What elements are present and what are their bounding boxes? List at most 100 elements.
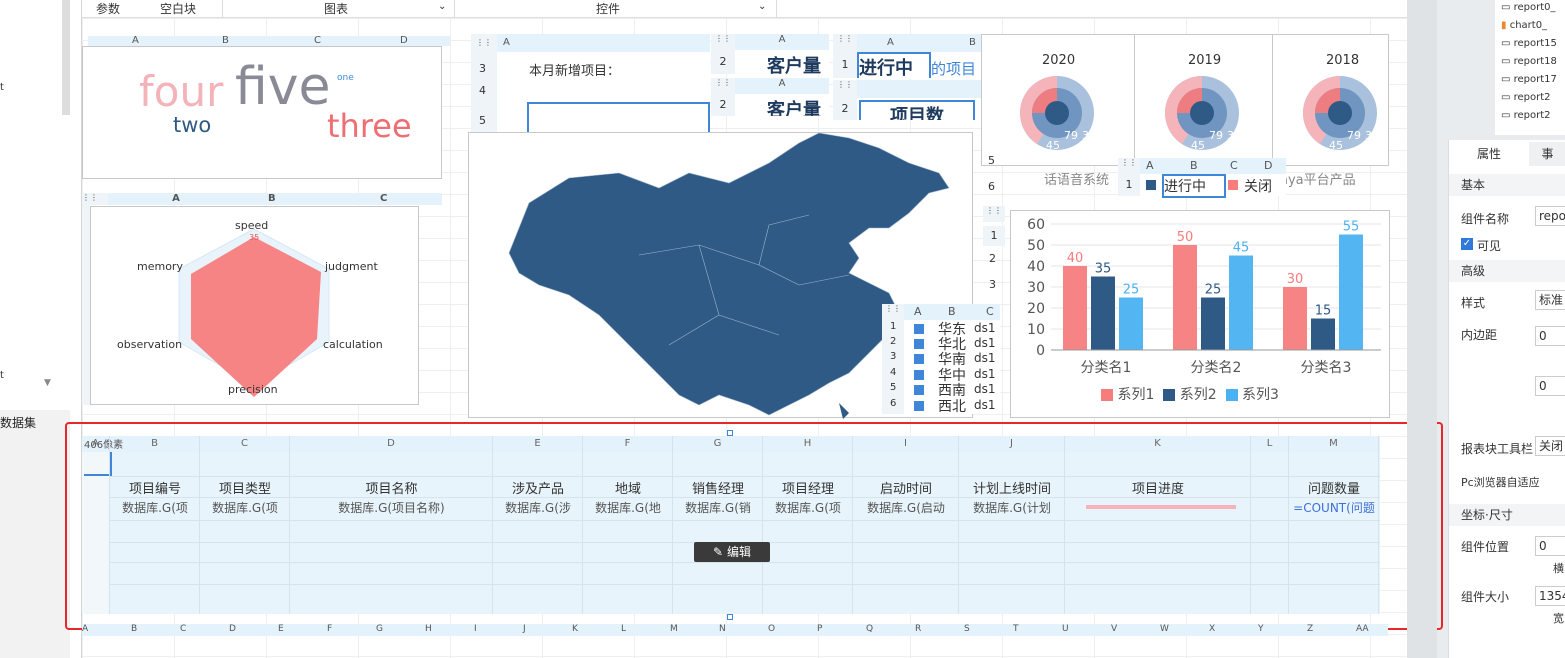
tree-item[interactable]: ▭ report2 <box>1501 92 1551 103</box>
bar[interactable] <box>1339 234 1363 351</box>
column-header[interactable]: L <box>621 624 626 634</box>
params-button[interactable]: 参数 <box>88 0 128 18</box>
region-sheet[interactable]: 1 华东 ds1 2 华北 ds1 3 华南 ds1 4 华中 ds1 5 西南 ds1 6 西北 ds… <box>882 320 1000 415</box>
kpi-customers-2[interactable]: 2 客户量 <box>711 94 829 116</box>
column-header[interactable]: W <box>1160 624 1169 634</box>
sheet-handle-icon[interactable]: ⋮⋮ <box>833 80 857 98</box>
column-header[interactable]: T <box>1013 624 1019 634</box>
column-header[interactable]: K <box>572 624 578 634</box>
column-header[interactable]: R <box>915 624 921 634</box>
pos-input[interactable]: 0 <box>1535 536 1565 556</box>
dataset-label[interactable]: 数据集 <box>0 414 36 431</box>
section-advanced[interactable]: 高级 <box>1449 260 1565 282</box>
pie-charts[interactable]: 2020 2019 2018 45 79 34 45 79 34 45 79 3… <box>981 34 1389 167</box>
column-header[interactable]: Q <box>866 624 873 634</box>
tree-item[interactable]: ▭ report15 <box>1501 38 1557 49</box>
sheet-handle-icon[interactable]: ⋮⋮ <box>471 34 497 52</box>
word: one <box>337 73 354 83</box>
pie-label: 79 <box>1064 129 1078 142</box>
tree-item[interactable]: ▭ report2 <box>1501 110 1551 121</box>
kpi3-col-header: A B <box>857 34 981 52</box>
blank-block-button[interactable]: 空白块 <box>152 0 204 18</box>
tree-item[interactable]: ▭ report17 <box>1501 74 1557 85</box>
bar-chart[interactable]: 0 10 20 30 40 50 60 分类名1 40 35 25 分类名2 50 25 45 分类名3 30 1… <box>1010 210 1390 418</box>
radar-axis-label: speed <box>235 219 269 232</box>
widget-button[interactable]: 控件 <box>588 0 628 18</box>
column-header[interactable]: E <box>278 624 284 634</box>
column-header[interactable]: M <box>670 624 678 634</box>
size-input[interactable]: 1354 <box>1535 586 1565 606</box>
column-header[interactable]: J <box>523 624 526 634</box>
column-header[interactable]: Z <box>1307 624 1313 634</box>
legend-sheet[interactable]: 1 进行中 关闭 <box>1118 174 1286 198</box>
bar[interactable] <box>1229 255 1253 351</box>
selected-cell[interactable] <box>527 102 710 132</box>
y-tick-label: 40 <box>1027 259 1045 275</box>
sheet-handle-icon[interactable]: ⋮⋮ <box>711 34 735 50</box>
column-header[interactable]: Y <box>1258 624 1264 634</box>
column-header[interactable]: U <box>1062 624 1069 634</box>
column-header[interactable]: N <box>719 624 726 634</box>
column-header[interactable]: H <box>425 624 432 634</box>
column-header[interactable]: O <box>768 624 775 634</box>
bar[interactable] <box>1283 287 1307 350</box>
column-header[interactable]: S <box>964 624 970 634</box>
tree-item[interactable]: ▭ report18 <box>1501 56 1557 67</box>
chart-button[interactable]: 图表 <box>316 0 356 18</box>
tab-properties[interactable]: 属性 <box>1449 142 1529 166</box>
column-header[interactable]: D <box>229 624 236 634</box>
text-sheet[interactable]: 3 4 5 本月新增项目： <box>471 52 710 132</box>
kpi-project-count[interactable]: 2 项目数 <box>833 98 981 120</box>
column-header[interactable]: AA <box>1356 624 1369 634</box>
sheet-handle-icon[interactable]: ⋮⋮ <box>711 78 735 94</box>
kpi-in-progress[interactable]: 1 进行中 的项目 <box>833 52 981 78</box>
kpi-customers[interactable]: 2 客户量 <box>711 50 829 76</box>
legend-col-header: A B C D <box>1140 158 1286 174</box>
bar[interactable] <box>1119 297 1143 351</box>
column-header[interactable]: P <box>817 624 822 634</box>
region-row[interactable]: 6 西北 ds1 <box>882 398 1000 415</box>
padding-input-2[interactable]: 0 <box>1535 376 1565 396</box>
sheet-handle-icon[interactable]: ⋮⋮ <box>882 304 904 320</box>
tab-events[interactable]: 事 <box>1529 142 1565 166</box>
region-row[interactable]: 3 华南 ds1 <box>882 351 1000 368</box>
left-scrollbar[interactable] <box>62 0 70 115</box>
bar[interactable] <box>1201 297 1225 351</box>
column-header[interactable]: C <box>180 624 186 634</box>
section-basic[interactable]: 基本 <box>1449 174 1565 196</box>
style-select[interactable]: 标准 <box>1535 290 1565 310</box>
bar[interactable] <box>1173 245 1197 350</box>
new-projects-label: 本月新增项目： <box>529 64 621 79</box>
bar[interactable] <box>1091 276 1115 351</box>
pie-label: 45 <box>1329 139 1343 152</box>
tree-item[interactable]: ▭ report0_ <box>1501 2 1556 13</box>
comp-name-input[interactable]: repor <box>1535 206 1565 226</box>
column-header[interactable]: V <box>1111 624 1117 634</box>
wordcloud-col-header: A B C D <box>88 35 450 46</box>
radar-chart[interactable]: speed judgment calculation precision obs… <box>90 206 419 405</box>
section-coord[interactable]: 坐标·尺寸 <box>1449 504 1565 526</box>
chevron-down-icon[interactable]: ⌄ <box>758 1 766 12</box>
canvas-scrollbar[interactable] <box>1407 0 1437 658</box>
radar-value-label: 35 <box>249 233 260 242</box>
bar[interactable] <box>1311 318 1335 351</box>
padding-input[interactable]: 0 <box>1535 326 1565 346</box>
sheet-col-header: A <box>497 34 710 52</box>
column-header[interactable]: F <box>327 624 332 634</box>
toolbar-select[interactable]: 关闭 <box>1535 436 1565 456</box>
pie-label: 79 <box>1347 129 1361 142</box>
chevron-down-icon[interactable]: ⌄ <box>438 1 446 12</box>
region-row[interactable]: 5 西南 ds1 <box>882 382 1000 399</box>
column-header[interactable]: I <box>474 624 477 634</box>
sheet-handle-icon[interactable]: ⋮⋮ <box>833 34 857 52</box>
tree-item[interactable]: ▮ chart0_ <box>1501 20 1547 31</box>
column-header[interactable]: X <box>1209 624 1215 634</box>
column-header[interactable]: G <box>376 624 383 634</box>
sheet-handle-icon[interactable]: ⋮⋮ <box>1118 158 1140 174</box>
column-header[interactable]: B <box>131 624 137 634</box>
wordcloud-chart[interactable]: four five one two three <box>82 46 442 179</box>
collapse-icon[interactable]: ▼ <box>44 378 51 388</box>
visible-checkbox[interactable]: ✓ <box>1461 238 1473 250</box>
bar[interactable] <box>1063 266 1087 350</box>
column-header[interactable]: A <box>82 624 88 634</box>
